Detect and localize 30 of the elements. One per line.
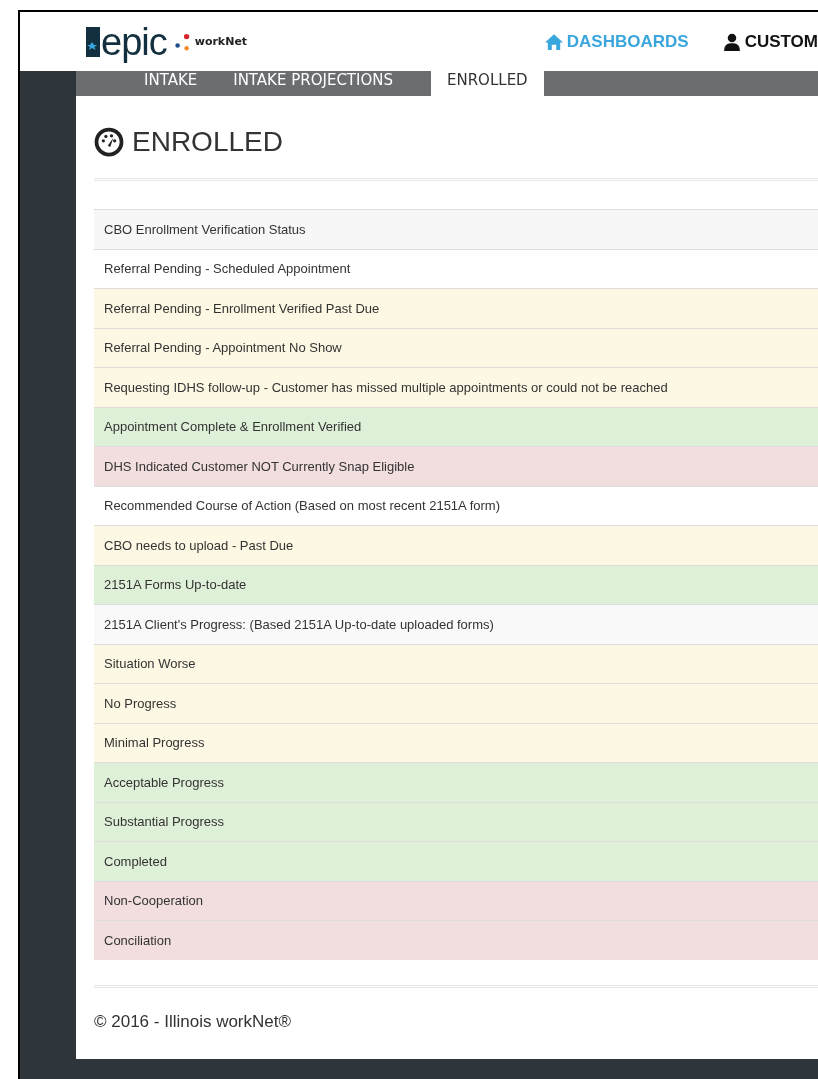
dashboard-icon xyxy=(94,127,124,157)
status-row: Requesting IDHS follow-up - Customer has missed multiple appointments or could not be reached xyxy=(94,367,818,407)
worknet-logo-text: workNet xyxy=(194,35,248,48)
user-icon xyxy=(722,32,741,51)
logo-square-icon xyxy=(86,26,100,57)
status-row: Non-Cooperation xyxy=(94,880,818,920)
tab[interactable]: INTAKE PROJECTIONS xyxy=(215,71,411,96)
status-row: Completed xyxy=(94,841,818,881)
status-row: DHS Indicated Customer NOT Currently Snap Eligible xyxy=(94,446,818,486)
status-row: Referral Pending - Enrollment Verified Past Due xyxy=(94,288,818,328)
home-icon xyxy=(544,32,563,51)
status-row: Substantial Progress xyxy=(94,801,818,841)
tab[interactable]: ENROLLED xyxy=(431,71,544,96)
tab[interactable]: INTAKE xyxy=(126,71,216,96)
status-row: Minimal Progress xyxy=(94,722,818,762)
status-row: Acceptable Progress xyxy=(94,762,818,802)
status-row: CBO needs to upload - Past Due xyxy=(94,525,818,565)
footer-text: © 2016 - Illinois workNet® xyxy=(94,1011,292,1032)
nav-link[interactable]: CUSTOM xyxy=(722,31,818,52)
status-row: 2151A Forms Up-to-date xyxy=(94,564,818,604)
status-row: CBO Enrollment Verification Status xyxy=(94,209,818,249)
status-row: No Progress xyxy=(94,683,818,723)
status-row: Appointment Complete & Enrollment Verified xyxy=(94,406,818,446)
status-row: Conciliation xyxy=(94,920,818,960)
status-row: Situation Worse xyxy=(94,643,818,683)
people-logo-icon xyxy=(173,32,192,51)
epic-logo[interactable]: epic xyxy=(101,22,167,61)
page-title: ENROLLED xyxy=(132,126,283,158)
status-row: 2151A Client's Progress: (Based 2151A Up-to-date uploaded forms) xyxy=(94,604,818,644)
status-row: Referral Pending - Appointment No Show xyxy=(94,327,818,367)
